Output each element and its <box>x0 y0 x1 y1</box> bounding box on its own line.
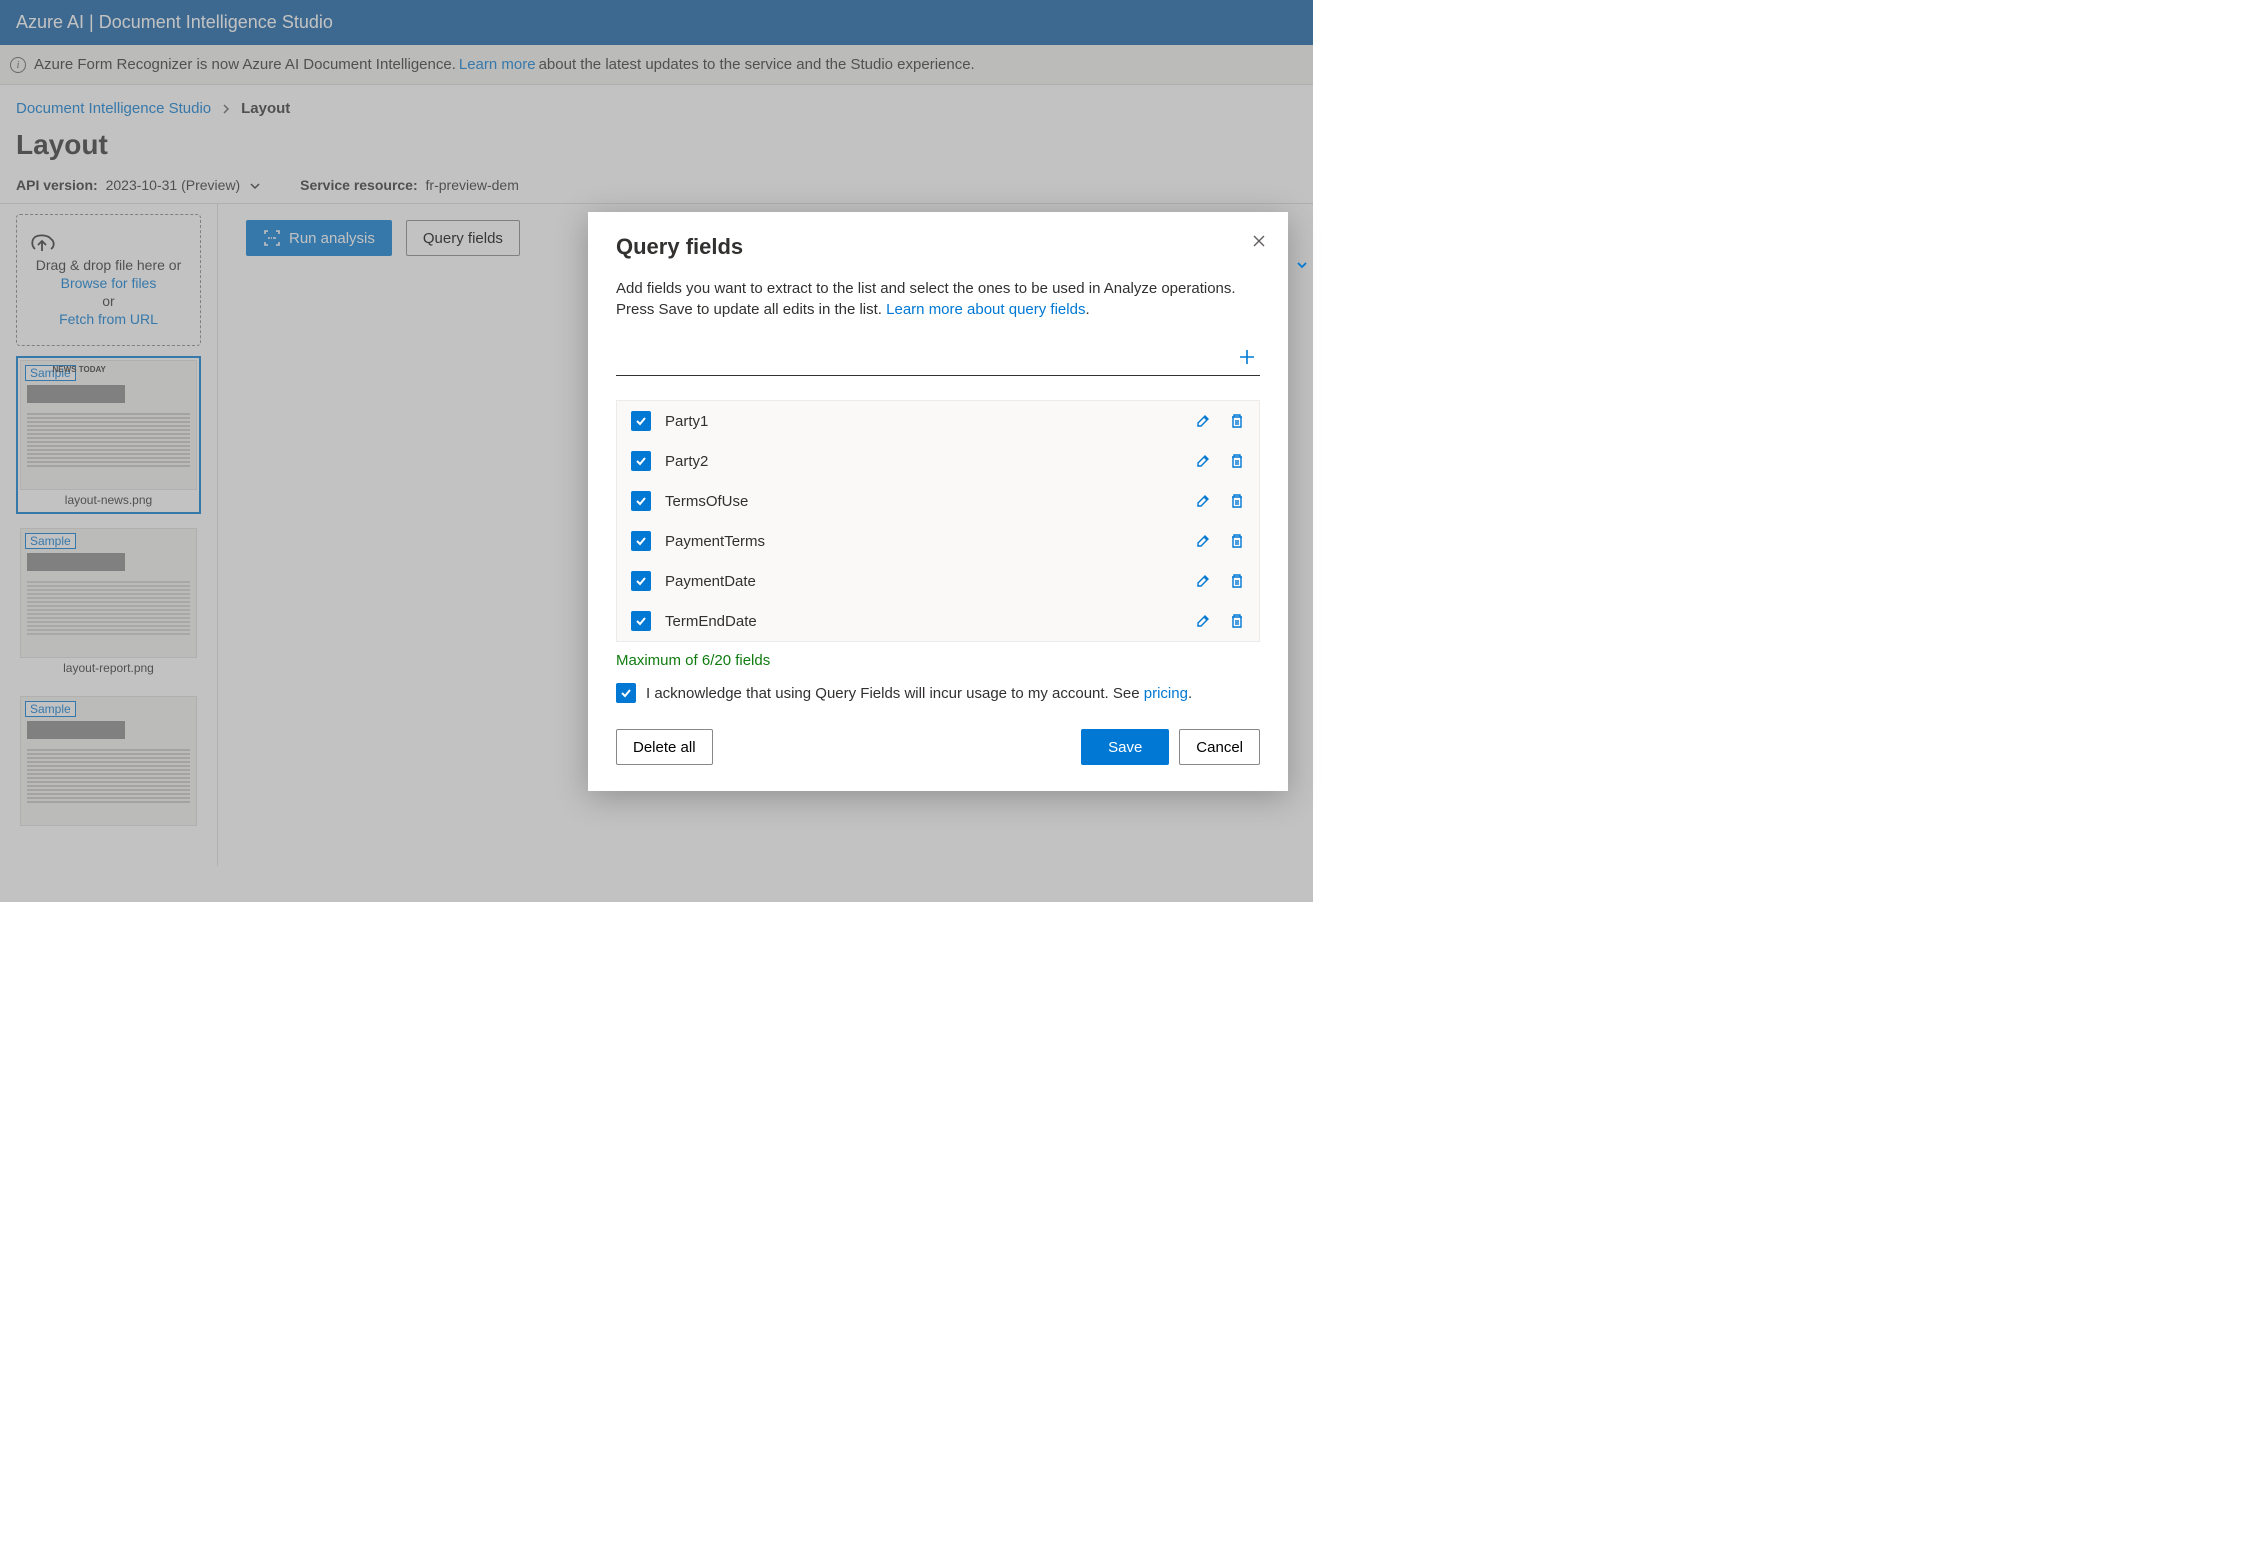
field-list: Party1 Party2 TermsOfUse PaymentTerms Paymen… <box>616 400 1260 642</box>
delete-icon[interactable] <box>1229 413 1245 429</box>
field-name: PaymentTerms <box>665 533 765 550</box>
field-name: Party1 <box>665 413 708 430</box>
max-fields-text: Maximum of 6/20 fields <box>616 652 1260 669</box>
field-name: Party2 <box>665 453 708 470</box>
edit-icon[interactable] <box>1195 493 1211 509</box>
field-row: PaymentTerms <box>617 521 1259 561</box>
delete-icon[interactable] <box>1229 533 1245 549</box>
pricing-link[interactable]: pricing <box>1144 685 1188 702</box>
delete-icon[interactable] <box>1229 493 1245 509</box>
field-name: TermEndDate <box>665 613 757 630</box>
delete-icon[interactable] <box>1229 613 1245 629</box>
edit-icon[interactable] <box>1195 413 1211 429</box>
field-name: TermsOfUse <box>665 493 748 510</box>
field-row: Party2 <box>617 441 1259 481</box>
close-icon[interactable] <box>1252 234 1266 248</box>
field-row: TermEndDate <box>617 601 1259 641</box>
modal-title: Query fields <box>616 234 1260 260</box>
field-row: PaymentDate <box>617 561 1259 601</box>
acknowledge-checkbox[interactable] <box>616 683 636 703</box>
edit-icon[interactable] <box>1195 613 1211 629</box>
field-checkbox[interactable] <box>631 531 651 551</box>
delete-icon[interactable] <box>1229 453 1245 469</box>
add-field-input[interactable] <box>616 342 1234 371</box>
field-name: PaymentDate <box>665 573 756 590</box>
delete-icon[interactable] <box>1229 573 1245 589</box>
modal-button-row: Delete all Save Cancel <box>616 729 1260 765</box>
acknowledge-text: I acknowledge that using Query Fields wi… <box>646 685 1144 702</box>
modal-description: Add fields you want to extract to the li… <box>616 278 1260 320</box>
delete-all-button[interactable]: Delete all <box>616 729 713 765</box>
add-field-plus-icon[interactable] <box>1234 348 1260 366</box>
field-checkbox[interactable] <box>631 411 651 431</box>
field-checkbox[interactable] <box>631 491 651 511</box>
add-field-row <box>616 342 1260 376</box>
save-button[interactable]: Save <box>1081 729 1169 765</box>
field-checkbox[interactable] <box>631 451 651 471</box>
acknowledge-row: I acknowledge that using Query Fields wi… <box>616 683 1260 703</box>
field-checkbox[interactable] <box>631 611 651 631</box>
edit-icon[interactable] <box>1195 453 1211 469</box>
edit-icon[interactable] <box>1195 573 1211 589</box>
field-checkbox[interactable] <box>631 571 651 591</box>
cancel-button[interactable]: Cancel <box>1179 729 1260 765</box>
acknowledge-text-wrapper: I acknowledge that using Query Fields wi… <box>646 685 1192 702</box>
query-fields-modal: Query fields Add fields you want to extr… <box>588 212 1288 791</box>
edit-icon[interactable] <box>1195 533 1211 549</box>
panel-expand-toggle[interactable] <box>1295 258 1309 272</box>
modal-learn-more-link[interactable]: Learn more about query fields <box>886 301 1085 318</box>
field-row: Party1 <box>617 401 1259 441</box>
field-row: TermsOfUse <box>617 481 1259 521</box>
